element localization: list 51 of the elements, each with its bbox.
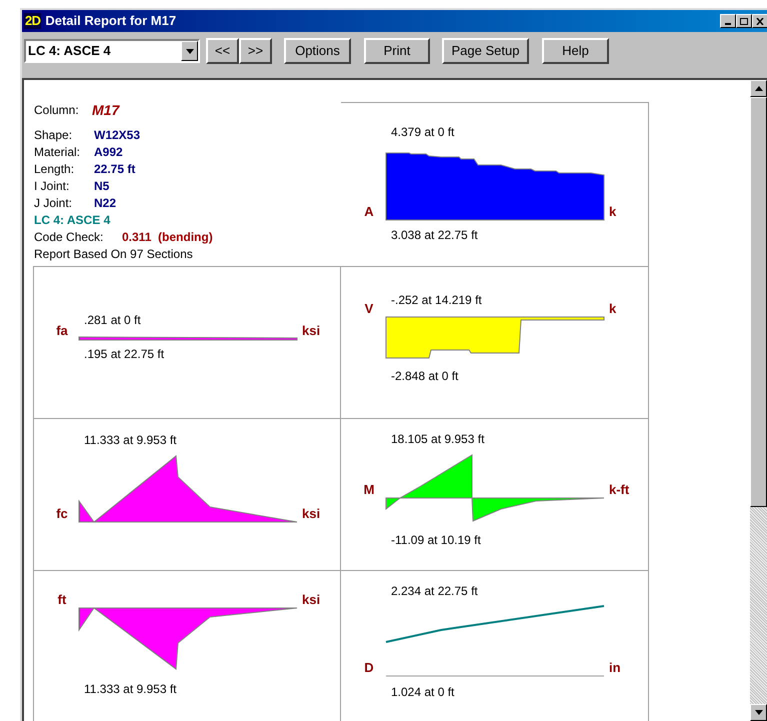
diagram-unit: ksi (302, 323, 320, 339)
maximum-value-label: 4.379 at 0 ft (391, 124, 454, 140)
minimum-value-label: -11.09 at 10.19 ft (391, 532, 481, 548)
toolbar-button[interactable]: >> (239, 38, 272, 64)
column-label: Column: (34, 102, 80, 118)
window-title: Detail Report for M17 (45, 12, 176, 30)
diagram-unit: in (609, 660, 621, 676)
load-case-title: LC 4: ASCE 4 (34, 212, 112, 229)
code-check-label: Code Check: (34, 229, 104, 246)
minimum-value-label: 1.024 at 0 ft (391, 684, 454, 700)
diagram-symbol: M (362, 482, 376, 498)
property-label: Shape: (34, 127, 74, 144)
column-name: M17 (92, 102, 120, 118)
minimum-value-label: -2.848 at 0 ft (391, 368, 458, 384)
property-label: J Joint: (34, 195, 74, 212)
diagram-symbol: A (363, 204, 375, 220)
diagram-unit: ksi (302, 506, 320, 522)
property-value: A992 (94, 144, 123, 161)
sections-note: Report Based On 97 Sections (34, 246, 194, 263)
property-value: N22 (94, 195, 116, 212)
diagram-symbol: fa (55, 323, 69, 339)
diagram-symbol: fc (55, 506, 69, 522)
minimum-value-label: .195 at 22.75 ft (84, 346, 164, 362)
code-check-value: 0.311 (bending) (122, 229, 213, 246)
toolbar-button[interactable]: Print (364, 38, 430, 64)
toolbar-button[interactable]: << (206, 38, 239, 64)
diagram-symbol: V (364, 301, 374, 317)
app-icon: 2D (24, 13, 42, 29)
property-label: I Joint: (34, 178, 70, 195)
minimum-value-label: 11.333 at 9.953 ft (84, 681, 177, 697)
diagram-unit: k (609, 204, 616, 220)
toolbar-button[interactable]: Options (284, 38, 351, 64)
maximum-value-label: 2.234 at 22.75 ft (391, 583, 478, 599)
property-value: W12X53 (94, 127, 140, 144)
maximum-value-label: .281 at 0 ft (84, 312, 141, 328)
minimum-value-label: 3.038 at 22.75 ft (391, 227, 478, 243)
property-value: N5 (94, 178, 110, 195)
property-label: Material: (34, 144, 82, 161)
maximum-value-label: 11.333 at 9.953 ft (84, 432, 177, 448)
diagram-symbol: D (363, 660, 375, 676)
diagram-unit: k-ft (609, 482, 630, 498)
diagram-unit: k (609, 301, 616, 317)
diagram-unit: ksi (302, 592, 320, 608)
load-case-dropdown[interactable]: LC 4: ASCE 4 (24, 39, 200, 63)
maximum-value-label: -.252 at 14.219 ft (391, 292, 482, 308)
toolbar-button[interactable]: Help (542, 38, 609, 64)
maximum-value-label: 18.105 at 9.953 ft (391, 431, 484, 447)
property-value: 22.75 ft (94, 161, 136, 178)
property-label: Length: (34, 161, 76, 178)
toolbar-button[interactable]: Page Setup (442, 38, 529, 64)
diagram-symbol: ft (56, 592, 68, 608)
